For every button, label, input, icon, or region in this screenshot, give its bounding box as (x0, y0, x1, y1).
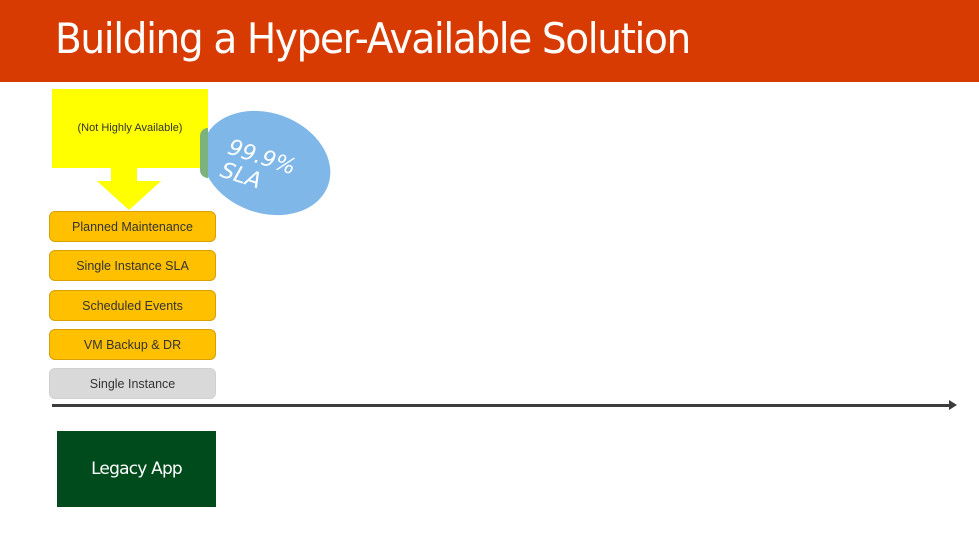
down-arrow-icon (97, 181, 161, 210)
stack-item-label: VM Backup & DR (83, 337, 182, 352)
stack-item-single-instance: Single Instance (49, 368, 216, 399)
stack-item-label: Single Instance (89, 376, 176, 391)
stack-item-label: Single Instance SLA (76, 258, 189, 273)
callout-text: (Not Highly Available) (77, 122, 183, 134)
sla-badge-overlap (200, 128, 208, 178)
slide-title: Building a Hyper-Available Solution (55, 14, 691, 63)
down-arrow-stem-icon (111, 168, 137, 181)
not-highly-available-callout: (Not Highly Available) (52, 89, 208, 168)
header-bar: Building a Hyper-Available Solution (0, 0, 979, 82)
timeline-axis (52, 404, 953, 407)
arrow-right-icon (949, 400, 957, 410)
stack-item-scheduled-events: Scheduled Events (49, 290, 216, 321)
stack-item-vm-backup-dr: VM Backup & DR (49, 329, 216, 360)
stack-item-single-instance-sla: Single Instance SLA (49, 250, 216, 281)
stack-item-planned-maintenance: Planned Maintenance (49, 211, 216, 242)
stack-item-label: Planned Maintenance (72, 219, 193, 234)
legacy-app-box: Legacy App (57, 431, 216, 507)
legacy-app-label: Legacy App (91, 459, 183, 479)
stack-item-label: Scheduled Events (82, 298, 183, 313)
